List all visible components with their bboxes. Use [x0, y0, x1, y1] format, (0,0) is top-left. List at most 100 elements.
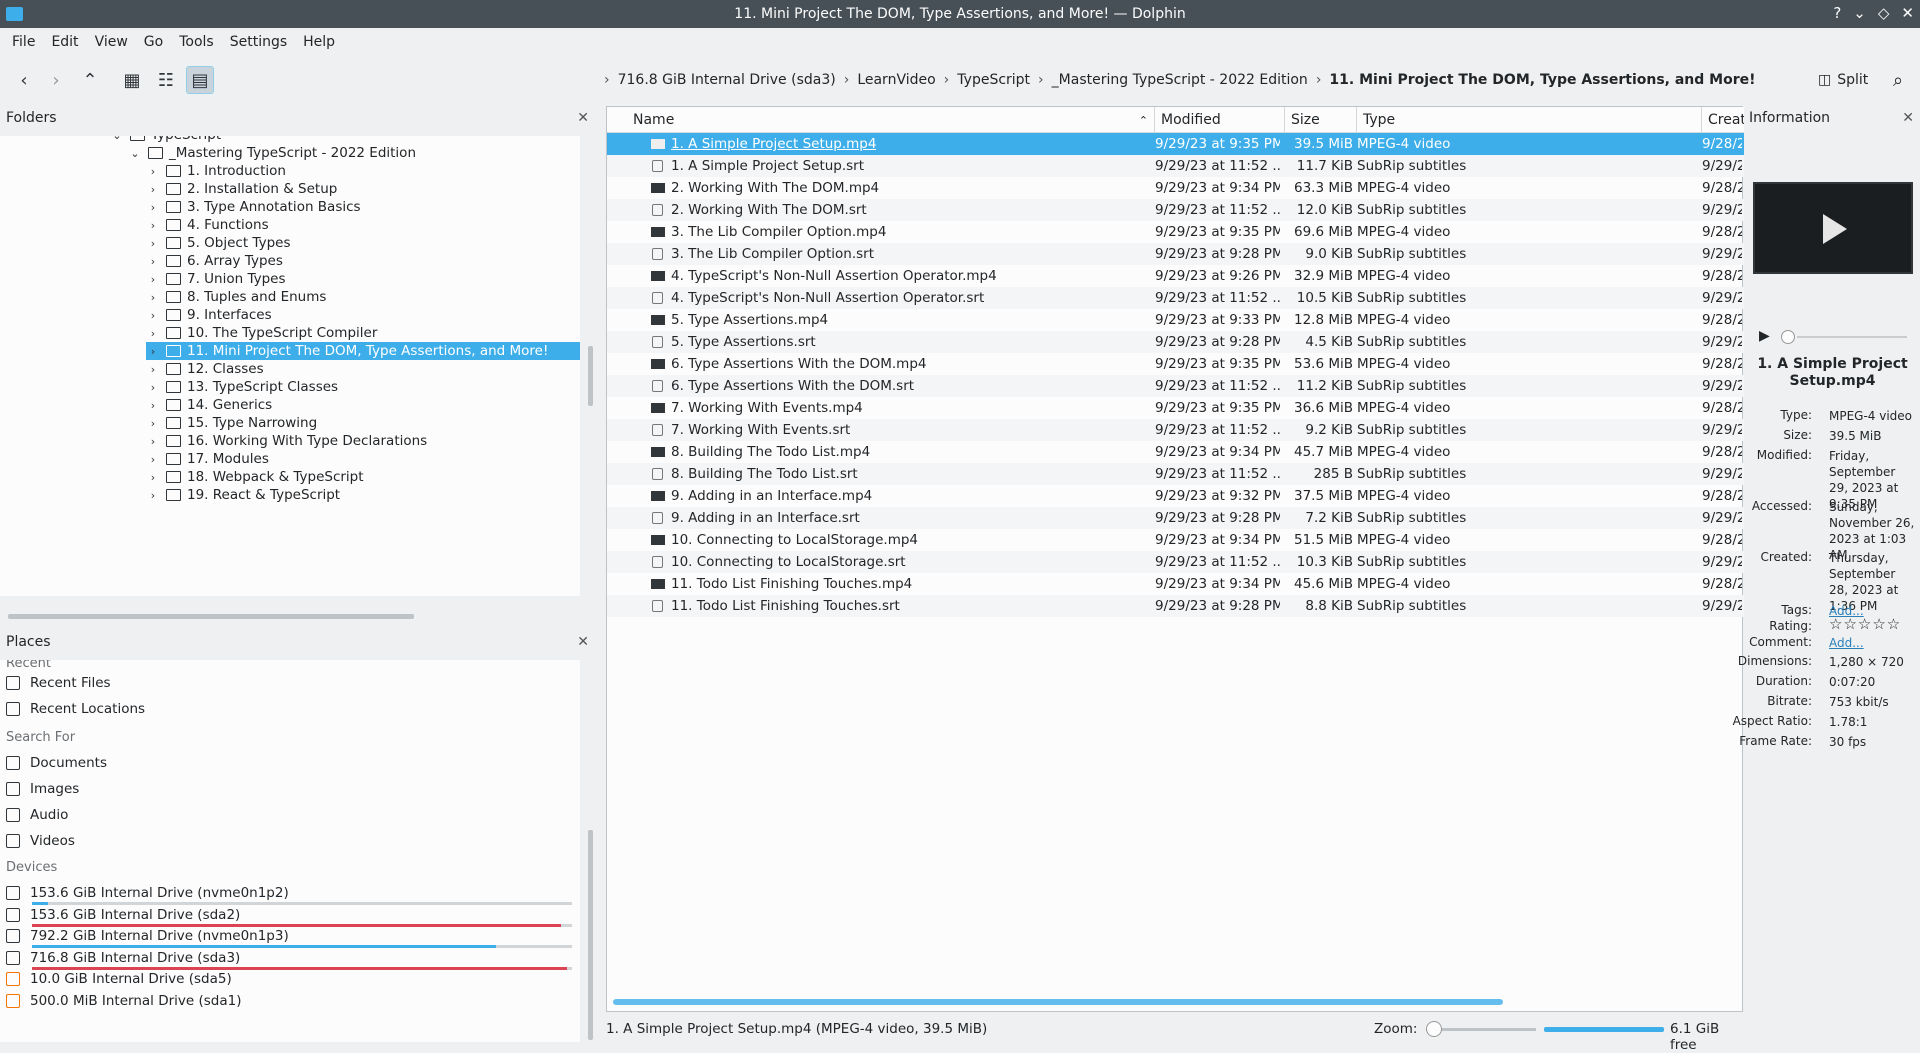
file-row[interactable]: 7. Working With Events.srt 9/29/23 at 11:…	[607, 419, 1744, 441]
column-name[interactable]: Name ⌃	[627, 107, 1155, 133]
menu-go[interactable]: Go	[136, 30, 171, 54]
zoom-handle[interactable]	[1426, 1021, 1442, 1037]
chevron-right-icon[interactable]: ›	[146, 183, 160, 196]
back-icon[interactable]: ‹	[10, 66, 38, 94]
place-recent-locations[interactable]: Recent Locations	[6, 698, 145, 720]
file-row[interactable]: 1. A Simple Project Setup.mp4 9/29/23 at …	[607, 133, 1744, 155]
folder-tree-item[interactable]: › 12. Classes	[146, 360, 264, 378]
file-row[interactable]: 1. A Simple Project Setup.srt 9/29/23 at …	[607, 155, 1744, 177]
split-button[interactable]: ◫ Split	[1818, 66, 1868, 94]
folder-tree-item[interactable]: ⌄ _Mastering TypeScript - 2022 Edition	[128, 144, 416, 162]
chevron-right-icon[interactable]: ›	[146, 417, 160, 430]
folder-tree-item[interactable]: › 3. Type Annotation Basics	[146, 198, 361, 216]
file-row[interactable]: 9. Adding in an Interface.srt 9/29/23 at …	[607, 507, 1744, 529]
chevron-right-icon[interactable]: ›	[146, 381, 160, 394]
breadcrumb-root-chevron-icon[interactable]: ›	[602, 72, 612, 88]
icons-view-icon[interactable]: ▦	[118, 66, 146, 94]
place-images[interactable]: Images	[6, 778, 79, 800]
device-item[interactable]: 792.2 GiB Internal Drive (nvme0n1p3)	[6, 925, 289, 947]
chevron-right-icon[interactable]: ›	[146, 471, 160, 484]
folder-tree-item[interactable]: › 5. Object Types	[146, 234, 291, 252]
folder-tree-item[interactable]: › 10. The TypeScript Compiler	[146, 324, 378, 342]
chevron-right-icon[interactable]: ›	[146, 309, 160, 322]
chevron-right-icon[interactable]: ›	[146, 399, 160, 412]
crumb-learnvideo[interactable]: LearnVideo	[851, 72, 941, 88]
info-add-link[interactable]: Add...	[1829, 635, 1917, 651]
crumb-current[interactable]: 11. Mini Project The DOM, Type Assertion…	[1323, 72, 1761, 88]
device-item[interactable]: 10.0 GiB Internal Drive (sda5)	[6, 968, 232, 990]
file-row[interactable]: 11. Todo List Finishing Touches.mp4 9/29/…	[607, 573, 1744, 595]
column-size[interactable]: Size	[1285, 107, 1357, 133]
place-documents[interactable]: Documents	[6, 752, 107, 774]
menu-help[interactable]: Help	[295, 30, 343, 54]
tree-vscrollbar[interactable]	[588, 346, 593, 406]
folder-tree-item[interactable]: › 16. Working With Type Declarations	[146, 432, 427, 450]
file-row[interactable]: 2. Working With The DOM.mp4 9/29/23 at 9:…	[607, 177, 1744, 199]
chevron-right-icon[interactable]: ›	[146, 363, 160, 376]
close-icon[interactable]: ✕	[577, 634, 589, 650]
place-videos[interactable]: Videos	[6, 830, 75, 852]
folder-tree-item[interactable]: › 6. Array Types	[146, 252, 283, 270]
zoom-slider[interactable]	[1426, 1028, 1536, 1031]
chevron-right-icon[interactable]: ›	[146, 291, 160, 304]
seek-track[interactable]	[1797, 336, 1907, 338]
file-row[interactable]: 5. Type Assertions.srt 9/29/23 at 9:28 PM…	[607, 331, 1744, 353]
details-view-icon[interactable]: ▤	[186, 66, 214, 94]
close-icon[interactable]: ✕	[1901, 4, 1914, 22]
device-item[interactable]: 716.8 GiB Internal Drive (sda3)	[6, 947, 240, 969]
folder-tree-item[interactable]: › 2. Installation & Setup	[146, 180, 338, 198]
up-icon[interactable]: ⌃	[76, 66, 104, 94]
device-item[interactable]: 153.6 GiB Internal Drive (sda2)	[6, 904, 240, 926]
seek-handle[interactable]	[1781, 330, 1795, 344]
file-row[interactable]: 7. Working With Events.mp4 9/29/23 at 9:3…	[607, 397, 1744, 419]
crumb-drive[interactable]: 716.8 GiB Internal Drive (sda3)	[612, 72, 842, 88]
file-row[interactable]: 2. Working With The DOM.srt 9/29/23 at 11…	[607, 199, 1744, 221]
close-icon[interactable]: ✕	[577, 110, 589, 126]
menu-view[interactable]: View	[87, 30, 136, 54]
places-vscrollbar[interactable]	[588, 830, 593, 1040]
chevron-right-icon[interactable]: ›	[146, 327, 160, 340]
file-row[interactable]: 10. Connecting to LocalStorage.mp4 9/29/2…	[607, 529, 1744, 551]
menu-file[interactable]: File	[4, 30, 43, 54]
file-row[interactable]: 4. TypeScript's Non-Null Assertion Opera…	[607, 287, 1744, 309]
maximize-icon[interactable]: ◇	[1878, 4, 1890, 22]
file-row[interactable]: 9. Adding in an Interface.mp4 9/29/23 at …	[607, 485, 1744, 507]
chevron-right-icon[interactable]: ›	[146, 219, 160, 232]
forward-icon[interactable]: ›	[42, 66, 70, 94]
chevron-right-icon[interactable]: ›	[146, 201, 160, 214]
play-button[interactable]: ▶	[1759, 328, 1770, 344]
compact-view-icon[interactable]: ☷	[152, 66, 180, 94]
folder-tree-item[interactable]: › 13. TypeScript Classes	[146, 378, 338, 396]
crumb-typescript[interactable]: TypeScript	[951, 72, 1036, 88]
file-row[interactable]: 10. Connecting to LocalStorage.srt 9/29/2…	[607, 551, 1744, 573]
file-row[interactable]: 6. Type Assertions With the DOM.srt 9/29/…	[607, 375, 1744, 397]
chevron-right-icon[interactable]: ›	[146, 255, 160, 268]
device-item[interactable]: 153.6 GiB Internal Drive (nvme0n1p2)	[6, 882, 289, 904]
column-created[interactable]: Create	[1702, 107, 1744, 133]
tree-hscrollbar[interactable]	[8, 614, 414, 619]
folder-tree-item[interactable]: ⌄ TypeScript	[110, 136, 221, 144]
file-row[interactable]: 3. The Lib Compiler Option.srt 9/29/23 at…	[607, 243, 1744, 265]
place-audio[interactable]: Audio	[6, 804, 68, 826]
file-row[interactable]: 8. Building The Todo List.srt 9/29/23 at …	[607, 463, 1744, 485]
chevron-right-icon[interactable]: ›	[146, 453, 160, 466]
chevron-right-icon[interactable]: ›	[146, 237, 160, 250]
minimize-icon[interactable]: ⌄	[1853, 4, 1866, 22]
crumb-mastering[interactable]: _Mastering TypeScript - 2022 Edition	[1046, 72, 1314, 88]
folder-tree-item[interactable]: › 18. Webpack & TypeScript	[146, 468, 364, 486]
place-recent-files[interactable]: Recent Files	[6, 672, 111, 694]
folder-tree-item[interactable]: › 8. Tuples and Enums	[146, 288, 327, 306]
column-modified[interactable]: Modified	[1155, 107, 1285, 133]
chevron-right-icon[interactable]: ›	[146, 165, 160, 178]
help-icon[interactable]: ?	[1833, 4, 1841, 22]
file-hscrollbar[interactable]	[613, 999, 1503, 1005]
file-row[interactable]: 6. Type Assertions With the DOM.mp4 9/29/…	[607, 353, 1744, 375]
folder-tree-item[interactable]: › 1. Introduction	[146, 162, 286, 180]
chevron-down-icon[interactable]: ⌄	[110, 136, 124, 142]
menu-settings[interactable]: Settings	[222, 30, 295, 54]
menu-tools[interactable]: Tools	[171, 30, 222, 54]
folder-tree-item[interactable]: › 9. Interfaces	[146, 306, 272, 324]
device-item[interactable]: 500.0 MiB Internal Drive (sda1)	[6, 990, 242, 1012]
file-row[interactable]: 4. TypeScript's Non-Null Assertion Opera…	[607, 265, 1744, 287]
folder-tree-item[interactable]: › 7. Union Types	[146, 270, 286, 288]
